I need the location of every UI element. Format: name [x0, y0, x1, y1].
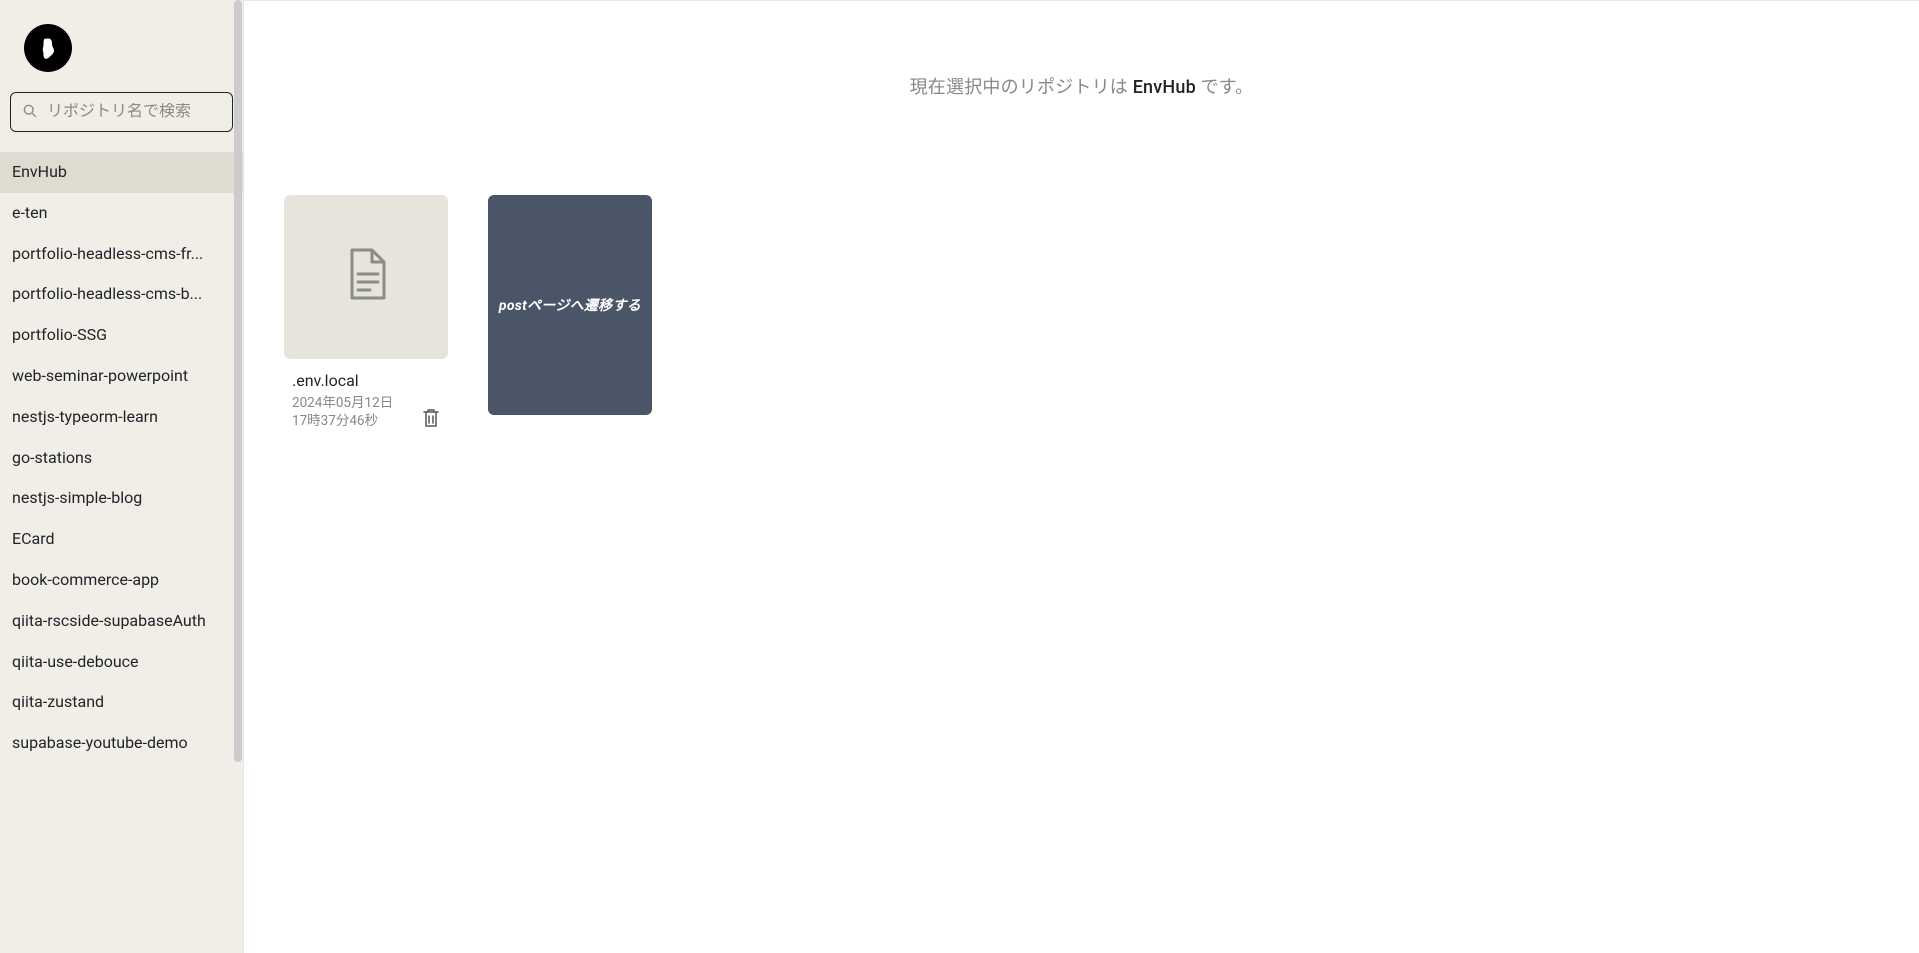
repo-item-nestjs-simple-blog[interactable]: nestjs-simple-blog: [0, 478, 243, 519]
repo-item-portfolio-ssg[interactable]: portfolio-SSG: [0, 315, 243, 356]
repo-item-book-commerce-app[interactable]: book-commerce-app: [0, 560, 243, 601]
repo-item-qiita-use-debouce[interactable]: qiita-use-debouce: [0, 642, 243, 683]
repo-item-go-stations[interactable]: go-stations: [0, 438, 243, 479]
file-icon: [344, 248, 388, 306]
repo-item-portfolio-headless-cms-b[interactable]: portfolio-headless-cms-b...: [0, 274, 243, 315]
repo-list: EnvHub e-ten portfolio-headless-cms-fr..…: [0, 152, 243, 953]
sidebar: EnvHub e-ten portfolio-headless-cms-fr..…: [0, 0, 244, 953]
repo-item-supabase-youtube-demo[interactable]: supabase-youtube-demo: [0, 723, 243, 764]
file-name-label: .env.local: [284, 371, 448, 390]
repo-item-qiita-rscside-supabaseauth[interactable]: qiita-rscside-supabaseAuth: [0, 601, 243, 642]
selected-repo-message: 現在選択中のリポジトリは EnvHub です。: [244, 73, 1919, 99]
avatar-silhouette-icon: [33, 33, 63, 63]
repo-item-web-seminar-powerpoint[interactable]: web-seminar-powerpoint: [0, 356, 243, 397]
file-meta: 2024年05月12日 17時37分46秒: [284, 390, 448, 432]
file-date-line2: 17時37分46秒: [292, 412, 393, 430]
nav-card-label: postページへ遷移する: [499, 295, 641, 315]
sidebar-scrollbar-thumb[interactable]: [234, 0, 242, 762]
file-card-wrap: .env.local 2024年05月12日 17時37分46秒: [284, 195, 448, 432]
sidebar-scrollbar[interactable]: [233, 0, 243, 953]
search-icon: [23, 103, 37, 122]
repo-item-ecard[interactable]: ECard: [0, 519, 243, 560]
search-input[interactable]: [47, 103, 254, 121]
main-content: 現在選択中のリポジトリは EnvHub です。 .env.loca: [244, 0, 1919, 953]
cards-container: .env.local 2024年05月12日 17時37分46秒 postページ…: [284, 195, 1919, 432]
file-date: 2024年05月12日 17時37分46秒: [292, 394, 393, 430]
repo-item-envhub[interactable]: EnvHub: [0, 152, 243, 193]
search-box[interactable]: [10, 92, 233, 132]
selected-repo-prefix: 現在選択中のリポジトリは: [910, 77, 1133, 98]
selected-repo-suffix: です。: [1196, 77, 1253, 98]
trash-icon[interactable]: [422, 408, 440, 432]
file-date-line1: 2024年05月12日: [292, 394, 393, 412]
repo-item-qiita-zustand[interactable]: qiita-zustand: [0, 682, 243, 723]
repo-item-e-ten[interactable]: e-ten: [0, 193, 243, 234]
selected-repo-name: EnvHub: [1133, 77, 1196, 98]
repo-item-portfolio-headless-cms-fr[interactable]: portfolio-headless-cms-fr...: [0, 234, 243, 275]
nav-card[interactable]: postページへ遷移する: [488, 195, 652, 415]
avatar[interactable]: [24, 24, 72, 72]
repo-item-nestjs-typeorm-learn[interactable]: nestjs-typeorm-learn: [0, 397, 243, 438]
file-card[interactable]: [284, 195, 448, 359]
